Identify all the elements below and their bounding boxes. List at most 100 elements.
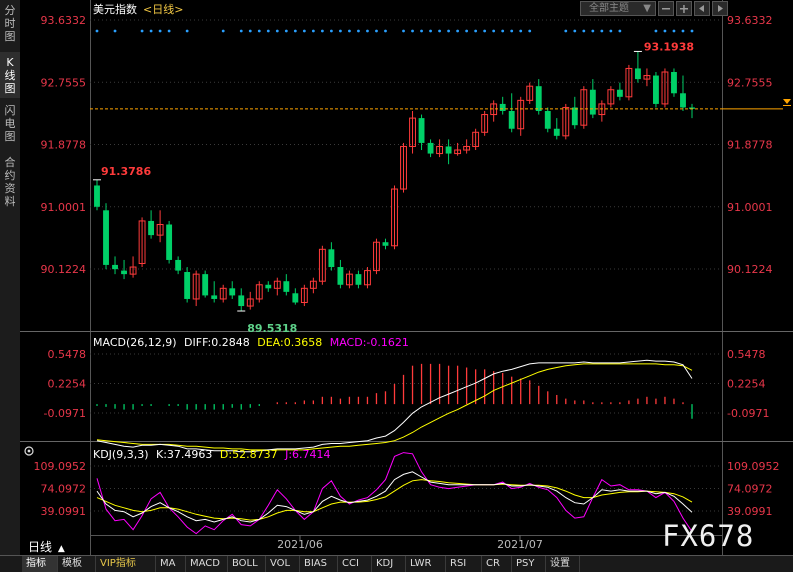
signal-dot — [438, 29, 441, 33]
tab-ma[interactable]: MA — [156, 556, 186, 572]
signal-dot — [519, 29, 523, 33]
price-tick-right: 91.0001 — [727, 201, 773, 214]
candle-body — [121, 270, 127, 275]
signal-dot — [375, 29, 378, 33]
kdj-tick-left: 39.0991 — [41, 505, 87, 518]
kdj-j-label: J:6.7414 — [284, 448, 330, 461]
candle-body — [616, 89, 623, 97]
candle-body — [653, 75, 659, 104]
tab-lwr[interactable]: LWR — [406, 556, 446, 572]
period-label[interactable]: <日线> — [143, 2, 183, 16]
macd-tick-right: 0.2254 — [727, 377, 766, 390]
candle-body — [94, 185, 100, 207]
tab-cci[interactable]: CCI — [338, 556, 372, 572]
macd-legend: MACD(26,12,9) DIFF:0.2848 DEA:0.3658 MAC… — [93, 336, 409, 349]
candle-body — [427, 142, 434, 154]
candle-body — [544, 111, 551, 129]
signal-dot — [420, 29, 423, 33]
price-tick-right: 90.1224 — [727, 263, 773, 276]
price-tick-left: 91.8778 — [41, 139, 87, 152]
signal-dot — [564, 29, 568, 33]
signal-dot — [672, 29, 676, 33]
candle-body — [508, 111, 515, 129]
signal-dot — [411, 29, 414, 33]
candle-body — [680, 93, 686, 108]
tab-vol[interactable]: VOL — [266, 556, 300, 572]
signal-dot — [618, 29, 622, 33]
signal-dot — [609, 29, 613, 33]
candle-body — [292, 293, 299, 303]
candle-body — [499, 103, 506, 112]
zoom-in-button[interactable] — [676, 1, 692, 16]
tab-bias[interactable]: BIAS — [300, 556, 338, 572]
zoom-out-button[interactable] — [658, 1, 674, 16]
kdj-d-label: D:52.8737 — [220, 448, 278, 461]
tab-templates[interactable]: 模板 — [58, 556, 96, 572]
signal-dot — [149, 29, 153, 33]
price-tick-left: 93.6332 — [41, 14, 87, 27]
signal-dot — [221, 29, 225, 33]
candle-body — [184, 272, 191, 299]
signal-dot — [266, 29, 270, 33]
signal-dot — [528, 29, 532, 33]
tab-kdj[interactable]: KDJ — [372, 556, 406, 572]
tab-macd[interactable]: MACD — [186, 556, 228, 572]
signal-dot — [366, 29, 369, 33]
tab-vip-indicators[interactable]: VIP指标 — [96, 556, 156, 572]
candle-body — [283, 281, 290, 292]
tab-boll[interactable]: BOLL — [228, 556, 266, 572]
signal-dot — [501, 29, 505, 33]
price-tick-right: 92.7555 — [727, 76, 773, 89]
signal-dot — [600, 29, 604, 33]
high-label: 93.1938 — [644, 40, 694, 53]
signal-dot — [275, 29, 279, 33]
period-toggle[interactable]: 日线 ▲ — [28, 538, 65, 555]
signal-dot — [257, 29, 261, 33]
macd-tick-right: 0.5478 — [727, 348, 766, 361]
signal-dot — [158, 29, 162, 33]
theme-select[interactable]: 全部主题 ▼ — [580, 1, 656, 16]
signal-dot — [113, 29, 117, 33]
macd-tick-right: -0.0971 — [727, 407, 769, 420]
signal-dot — [384, 29, 387, 33]
chart-canvas[interactable]: 美元指数 <日线> 93.6332 93.6332 92.7555 92.7555 91… — [0, 0, 793, 555]
candle-body — [571, 107, 578, 126]
signal-dot — [474, 29, 478, 33]
tab-rsi[interactable]: RSI — [446, 556, 482, 572]
candle-body — [671, 72, 677, 94]
candle-body — [445, 146, 452, 154]
candle-body — [175, 259, 182, 271]
price-tick-right: 93.6332 — [727, 14, 773, 27]
signal-dot — [140, 29, 144, 33]
candle-body — [148, 220, 155, 236]
arrow-right-icon — [718, 5, 723, 12]
signal-dot — [654, 29, 658, 33]
tab-psy[interactable]: PSY — [512, 556, 546, 572]
signal-dot — [510, 29, 514, 33]
macd-diff-label: DIFF:0.2848 — [184, 336, 250, 349]
indicator-tab-bar: 指标 模板 VIP指标 MA MACD BOLL VOL BIAS CCI KD… — [0, 555, 793, 572]
kdj-title: KDJ(9,3,3) — [93, 448, 149, 461]
signal-dot — [348, 29, 351, 33]
candle-body — [337, 267, 344, 285]
scroll-right-button[interactable] — [712, 1, 728, 16]
candle-body — [589, 89, 596, 115]
candle-body — [382, 242, 389, 246]
candle-body — [265, 284, 272, 289]
period-toggle-label: 日线 — [28, 540, 53, 554]
signal-dot — [483, 29, 487, 33]
scroll-left-button[interactable] — [694, 1, 710, 16]
macd-title: MACD(26,12,9) — [93, 336, 177, 349]
kdj-tick-right: 39.0991 — [727, 505, 773, 518]
signal-dot — [573, 29, 577, 33]
candle-body — [112, 264, 118, 270]
tab-settings[interactable]: 设置 — [546, 556, 580, 572]
signal-dot — [239, 29, 243, 33]
signal-dot — [302, 29, 306, 33]
candle-body — [634, 68, 641, 80]
chevron-down-icon: ▼ — [643, 3, 651, 14]
macd-dea-label: DEA:0.3658 — [257, 336, 322, 349]
signal-dot — [320, 29, 324, 33]
tab-cr[interactable]: CR — [482, 556, 512, 572]
tab-indicators[interactable]: 指标 — [22, 556, 58, 572]
